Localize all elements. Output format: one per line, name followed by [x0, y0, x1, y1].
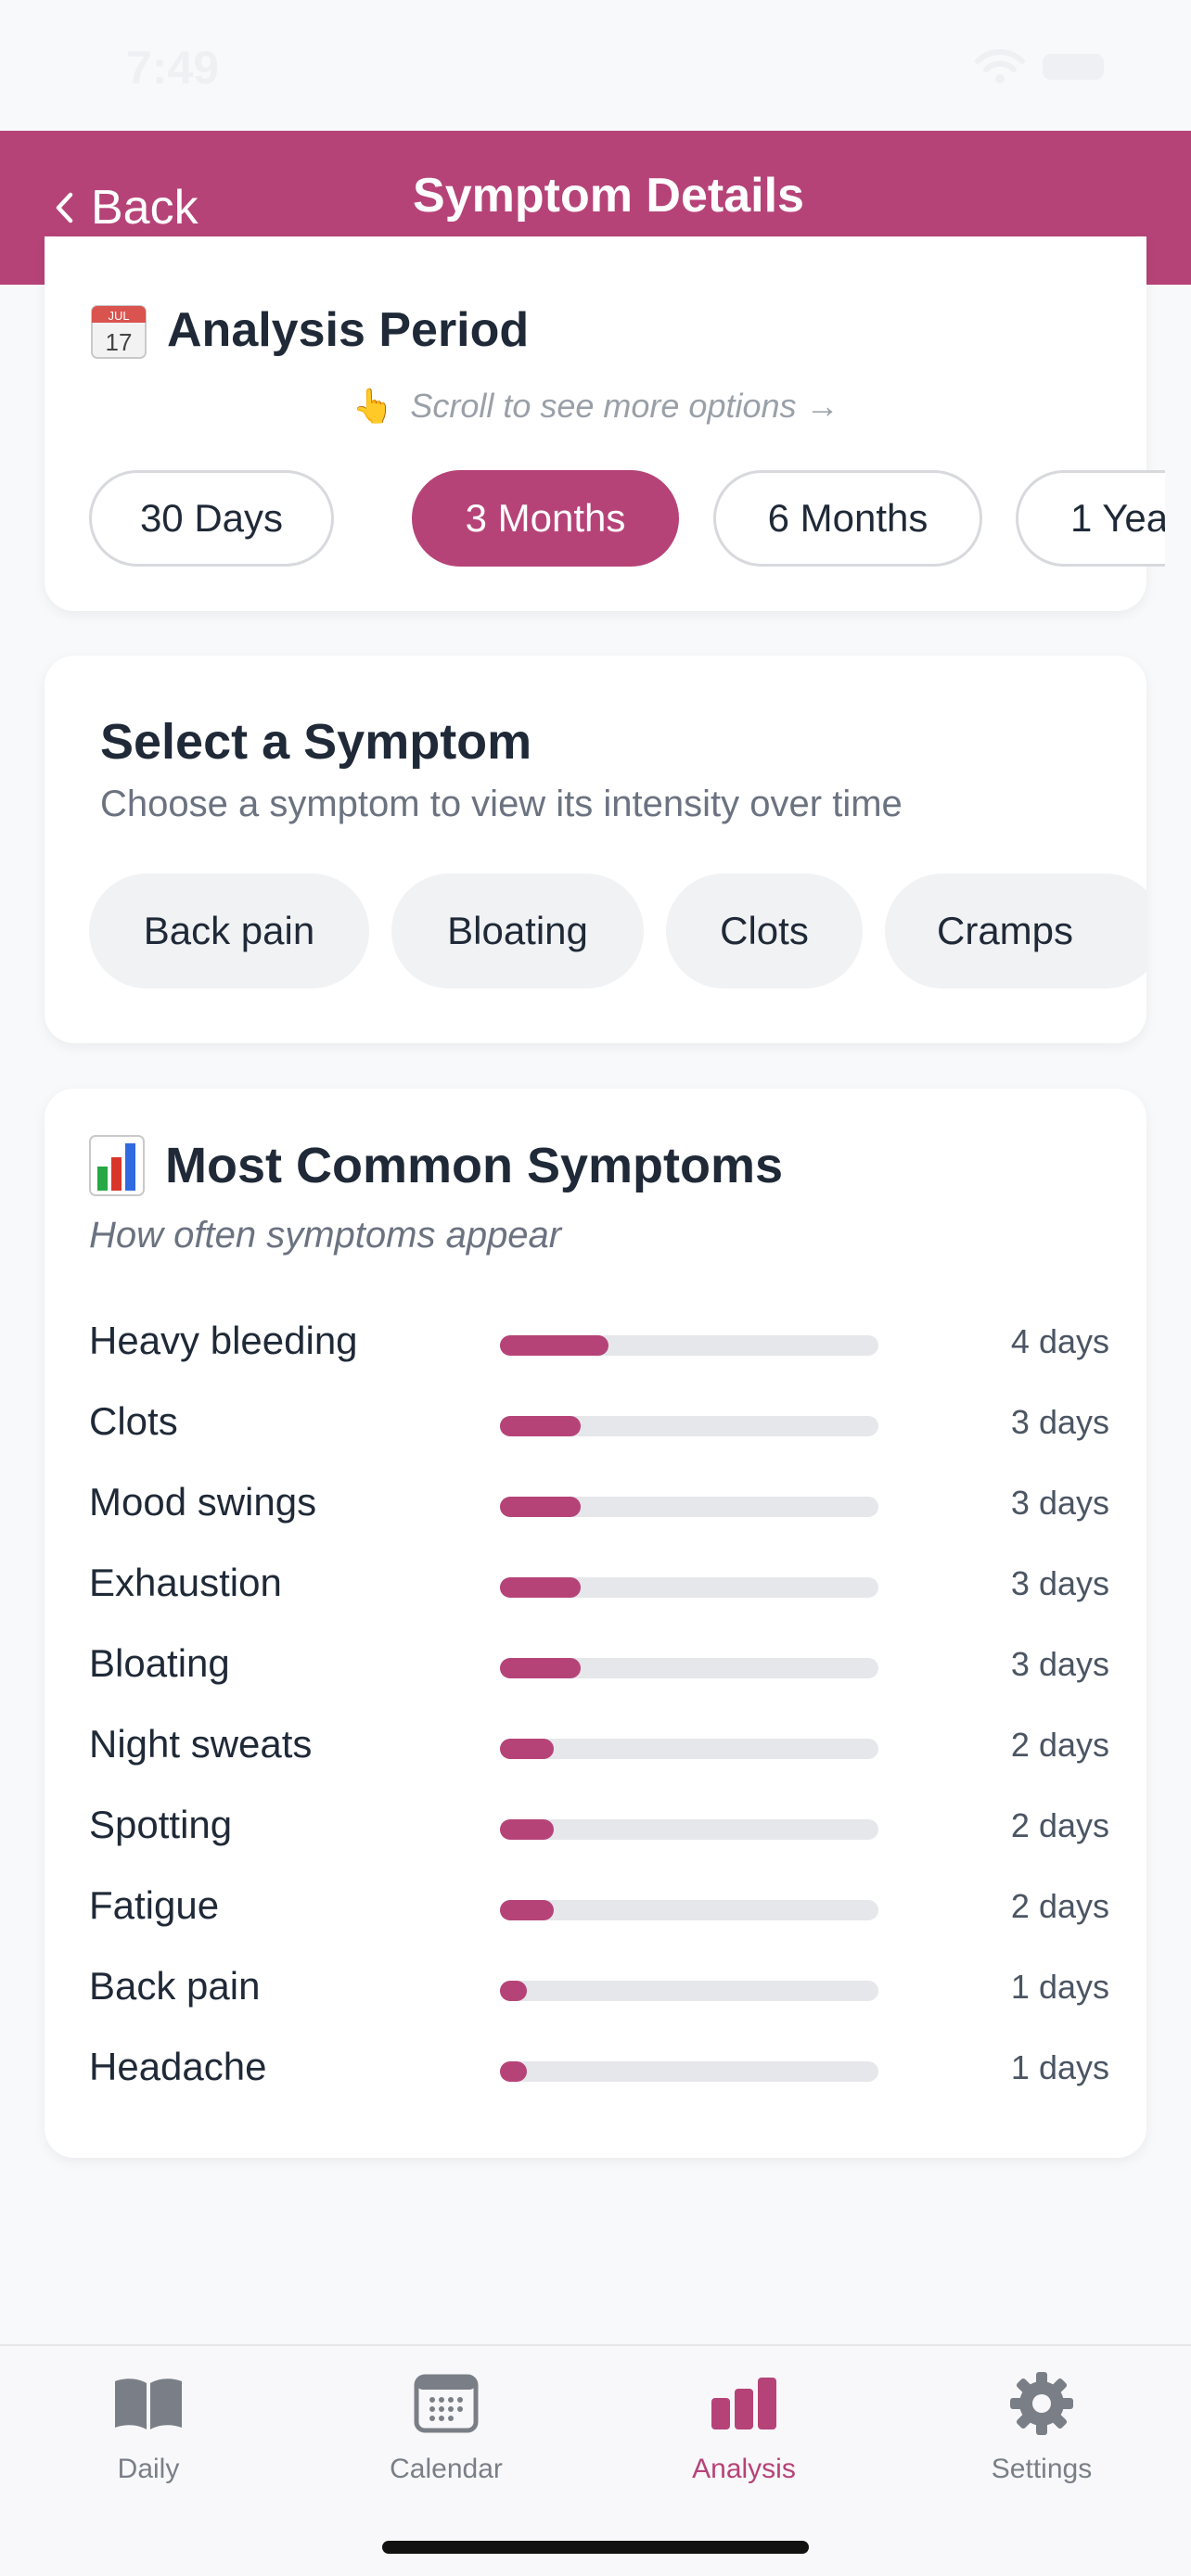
most-common-symptoms-subtitle: How often symptoms appear: [89, 1215, 562, 1256]
tab-analysis[interactable]: Analysis: [633, 2366, 855, 2496]
battery-icon: [1043, 54, 1104, 80]
bar-chart-emoji-icon: [89, 1135, 145, 1196]
calendar-emoji-icon: JUL 17: [91, 305, 147, 359]
symptom-frequency-bar: [500, 1497, 582, 1517]
symptom-frequency-row: Night sweats 2 days: [89, 1716, 1109, 1772]
symptom-frequency-label: Exhaustion: [89, 1561, 282, 1604]
symptom-frequency-row: Exhaustion 3 days: [89, 1555, 1109, 1611]
symptom-frequency-value: 2 days: [1010, 1806, 1109, 1844]
symptom-frequency-value: 3 days: [1010, 1403, 1109, 1441]
symptom-options[interactable]: Back pain Bloating Clots Cramps: [89, 874, 1146, 990]
symptom-frequency-track: [500, 1416, 878, 1436]
symptom-frequency-track: [500, 1819, 878, 1840]
wifi-icon: [975, 49, 1025, 83]
symptom-frequency-value: 3 days: [1010, 1484, 1109, 1522]
period-options[interactable]: 30 Days 3 Months 6 Months 1 Year: [89, 470, 1165, 568]
select-symptom-title: Select a Symptom: [100, 714, 532, 770]
symptom-frequency-track: [500, 2061, 878, 2082]
symptom-frequency-label: Mood swings: [89, 1480, 317, 1524]
symptom-frequency-label: Back pain: [89, 1964, 261, 2008]
symptom-frequency-label: Spotting: [89, 1803, 233, 1846]
symptom-frequency-row: Fatigue 2 days: [89, 1878, 1109, 1933]
symptom-frequency-track: [500, 1577, 878, 1598]
symptom-frequency-row: Headache 1 days: [89, 2039, 1109, 2095]
symptom-chip-cramps[interactable]: Cramps: [885, 874, 1146, 988]
analysis-period-title: Analysis Period: [167, 303, 530, 357]
status-time: 7:49: [126, 42, 220, 94]
symptom-frequency-label: Heavy bleeding: [89, 1319, 358, 1362]
symptom-frequency-label: Headache: [89, 2045, 267, 2088]
symptom-frequency-track: [500, 1658, 878, 1678]
tab-daily-label: Daily: [117, 2454, 180, 2484]
symptom-frequency-value: 2 days: [1010, 1726, 1109, 1764]
scroll-hint: 👆 Scroll to see more options →: [45, 387, 1146, 426]
most-common-symptoms-title: Most Common Symptoms: [165, 1138, 784, 1193]
symptom-frequency-row: Back pain 1 days: [89, 1958, 1109, 2014]
period-option-6-months[interactable]: 6 Months: [713, 470, 982, 567]
symptom-frequency-bar: [500, 1739, 555, 1759]
symptom-frequency-bar: [500, 1658, 582, 1678]
symptom-chip-bloating[interactable]: Bloating: [391, 874, 644, 988]
symptom-frequency-bar: [500, 1416, 582, 1436]
most-common-symptoms-card: Most Common Symptoms How often symptoms …: [45, 1089, 1146, 2158]
tab-daily[interactable]: Daily: [37, 2366, 260, 2496]
symptom-frequency-track: [500, 1900, 878, 1920]
calendar-icon-month: JUL: [108, 309, 129, 323]
symptom-frequency-label: Bloating: [89, 1641, 230, 1685]
symptom-frequency-bar: [500, 1900, 555, 1920]
bar-chart-icon: [707, 2366, 781, 2441]
analysis-period-card: JUL 17 Analysis Period 👆 Scroll to see mo…: [45, 236, 1165, 611]
tab-analysis-label: Analysis: [692, 2454, 796, 2484]
tab-settings-label: Settings: [991, 2454, 1093, 2484]
select-symptom-card: Select a Symptom Choose a symptom to vie…: [45, 656, 1146, 1043]
symptom-frequency-value: 3 days: [1010, 1564, 1109, 1602]
period-option-3-months[interactable]: 3 Months: [412, 470, 679, 567]
page-title: Symptom Details: [413, 169, 804, 223]
symptom-frequency-label: Clots: [89, 1399, 178, 1443]
tab-calendar-label: Calendar: [390, 2454, 503, 2484]
symptom-frequency-label: Night sweats: [89, 1722, 313, 1766]
symptom-frequency-track: [500, 1497, 878, 1517]
symptom-frequency-value: 4 days: [1010, 1322, 1109, 1360]
scroll-hint-text: Scroll to see more options →: [410, 387, 839, 425]
symptom-frequency-value: 1 days: [1010, 2048, 1109, 2086]
pointing-hand-icon: 👆: [352, 387, 394, 425]
symptom-chip-clots[interactable]: Clots: [666, 874, 863, 988]
book-icon: [111, 2366, 186, 2441]
symptom-frequency-value: 2 days: [1010, 1887, 1109, 1925]
symptom-frequency-row: Bloating 3 days: [89, 1636, 1109, 1691]
select-symptom-subtitle: Choose a symptom to view its intensity o…: [100, 784, 903, 824]
symptom-frequency-bar: [500, 1981, 528, 2001]
status-bar: 7:49: [0, 0, 1191, 131]
symptom-frequency-bar: [500, 1335, 608, 1356]
tab-calendar[interactable]: Calendar: [335, 2366, 557, 2496]
symptom-frequency-bar: [500, 1819, 555, 1840]
symptom-frequency-track: [500, 1335, 878, 1356]
tab-settings[interactable]: Settings: [930, 2366, 1153, 2496]
symptom-frequency-row: Mood swings 3 days: [89, 1474, 1109, 1530]
symptom-frequency-bar: [500, 2061, 528, 2082]
symptom-frequency-bar: [500, 1577, 582, 1598]
period-option-1-year[interactable]: 1 Year: [1016, 470, 1165, 567]
symptom-frequency-track: [500, 1981, 878, 2001]
symptom-frequency-value: 1 days: [1010, 1968, 1109, 2006]
page: 7:49 Back Symptom Details JUL 17 Analysi…: [0, 0, 1191, 2576]
home-indicator: [382, 2541, 809, 2554]
symptom-frequency-value: 3 days: [1010, 1645, 1109, 1683]
symptom-frequency-track: [500, 1739, 878, 1759]
symptom-frequency-row: Clots 3 days: [89, 1394, 1109, 1449]
period-option-30-days[interactable]: 30 Days: [89, 470, 334, 567]
calendar-icon: [409, 2366, 483, 2441]
symptom-frequency-label: Fatigue: [89, 1883, 220, 1927]
gear-icon: [1005, 2366, 1079, 2441]
symptom-frequency-row: Spotting 2 days: [89, 1797, 1109, 1853]
calendar-icon-day: 17: [106, 328, 133, 356]
symptom-frequency-row: Heavy bleeding 4 days: [89, 1313, 1109, 1369]
symptom-chip-back-pain[interactable]: Back pain: [89, 874, 369, 988]
